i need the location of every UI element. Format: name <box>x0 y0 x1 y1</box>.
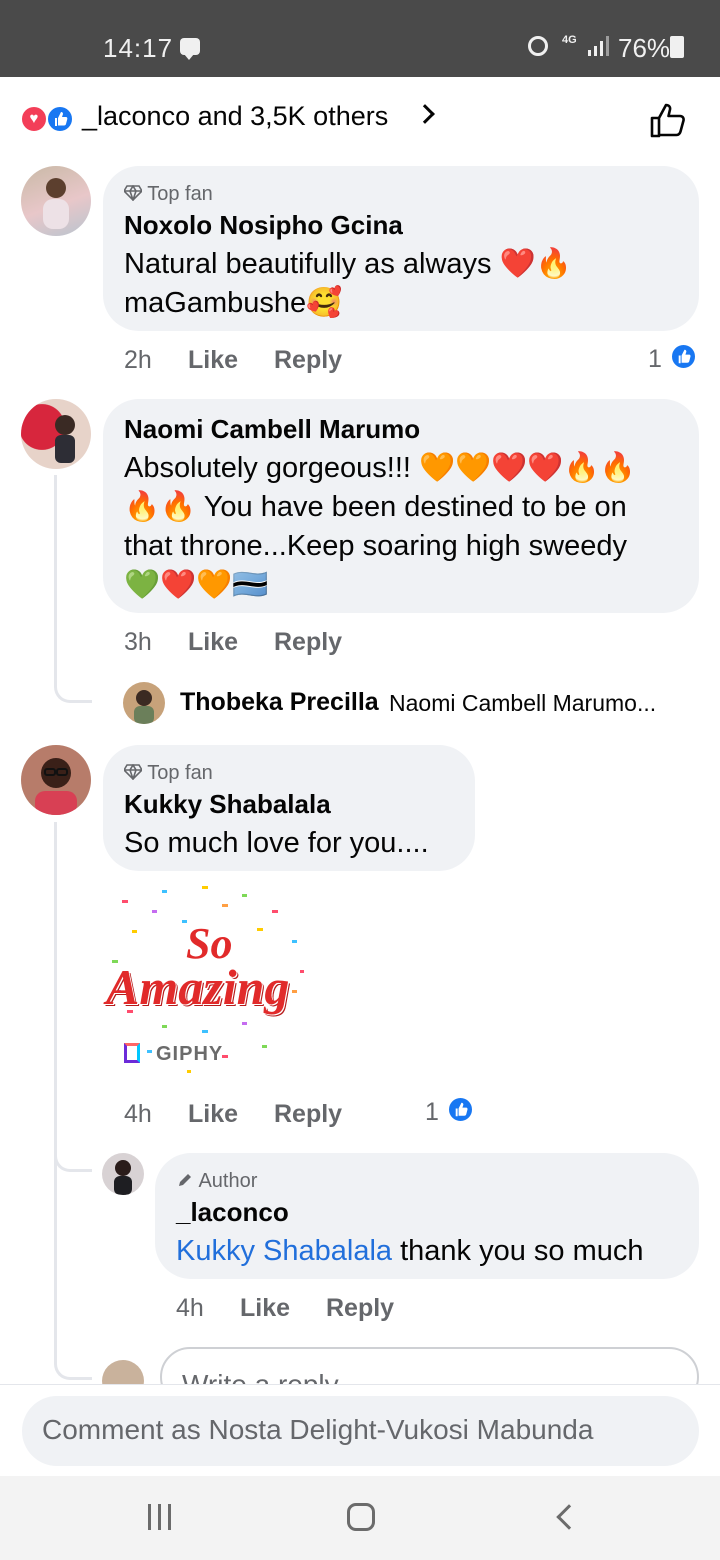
like-reaction-icon <box>670 343 697 370</box>
diamond-icon <box>122 184 144 203</box>
comment-text-line: So much love for you.... <box>124 827 429 859</box>
comment-timestamp: 4h <box>124 1100 152 1128</box>
like-comment-button[interactable]: Like <box>188 628 238 657</box>
reply-comment-button[interactable]: Reply <box>274 346 342 375</box>
reply-comment-button[interactable]: Reply <box>274 628 342 657</box>
top-fan-badge: Top fan <box>122 762 213 785</box>
comment-text-line: 🔥🔥 You have been destined to be on <box>124 491 627 523</box>
back-button[interactable] <box>556 1504 582 1530</box>
author-badge: Author <box>176 1170 257 1193</box>
avatar-naomi[interactable] <box>21 399 91 469</box>
signal-strength-icon <box>588 36 610 56</box>
home-button[interactable] <box>347 1503 375 1531</box>
system-navigation-bar <box>0 1476 720 1560</box>
like-comment-button[interactable]: Like <box>188 1100 238 1129</box>
avatar-thobeka[interactable] <box>123 682 165 724</box>
thread-connector <box>54 475 92 703</box>
reply-preview-text[interactable]: Naomi Cambell Marumo... <box>389 690 656 717</box>
comment-like-count: 1 <box>425 1098 439 1126</box>
giphy-logo-icon <box>124 1043 140 1063</box>
comment-text-line: that throne...Keep soaring high sweedy <box>124 530 627 562</box>
like-post-button[interactable] <box>648 100 688 140</box>
comment-composer: Comment as Nosta Delight-Vukosi Mabunda <box>0 1384 720 1476</box>
comment-author-name[interactable]: Kukky Shabalala <box>124 789 331 820</box>
comment-timestamp: 3h <box>124 628 152 656</box>
thread-connector <box>54 1172 57 1358</box>
like-comment-button[interactable]: Like <box>188 346 238 375</box>
comment-text-line: maGambushe🥰 <box>124 287 343 319</box>
pencil-icon <box>179 1174 191 1186</box>
comment-text-line: 💚❤️🧡🇧🇼 <box>124 569 269 601</box>
comment-like-count: 1 <box>648 345 662 373</box>
avatar-kukky[interactable] <box>21 745 91 815</box>
gif-sticker[interactable]: So Amazing GIPHY <box>102 880 312 1080</box>
message-notification-icon <box>180 38 200 60</box>
diamond-icon <box>122 763 144 782</box>
like-reaction-icon <box>447 1096 474 1123</box>
alarm-icon <box>528 36 548 56</box>
like-reply-button[interactable]: Like <box>240 1294 290 1323</box>
status-time: 14:17 <box>103 33 174 63</box>
gif-text: Amazing <box>106 959 290 1015</box>
reply-reply-button[interactable]: Reply <box>326 1294 394 1323</box>
comment-text-line: Absolutely gorgeous!!! 🧡🧡❤️❤️🔥🔥 <box>124 452 636 484</box>
status-bar: 14:17 4G 76% <box>0 0 720 77</box>
comment-timestamp: 2h <box>124 346 152 374</box>
comment-input[interactable]: Comment as Nosta Delight-Vukosi Mabunda <box>22 1396 699 1466</box>
reply-author-name[interactable]: _laconco <box>176 1197 289 1228</box>
thread-connector <box>54 1356 92 1380</box>
top-fan-badge: Top fan <box>122 183 213 206</box>
battery-charging-icon <box>670 36 684 58</box>
recent-apps-button[interactable] <box>148 1504 174 1530</box>
thumbs-up-outline-icon <box>650 103 685 138</box>
reply-text: Kukky Shabalala thank you so much <box>176 1235 644 1267</box>
comment-author-name[interactable]: Naomi Cambell Marumo <box>124 414 420 445</box>
avatar-laconco[interactable] <box>102 1153 144 1195</box>
comment-author-name[interactable]: Noxolo Nosipho Gcina <box>124 210 403 241</box>
reply-comment-button[interactable]: Reply <box>274 1100 342 1129</box>
network-type-label: 4G <box>562 34 577 46</box>
reactions-summary-text: _laconco and 3,5K others <box>82 101 389 131</box>
gif-source-label: GIPHY <box>156 1043 224 1065</box>
thread-connector <box>54 822 57 1172</box>
chevron-right-icon <box>415 104 435 124</box>
comment-text-line: Natural beautifully as always ❤️🔥 <box>124 248 572 280</box>
reply-preview-author[interactable]: Thobeka Precilla <box>180 688 379 717</box>
reply-timestamp: 4h <box>176 1294 204 1322</box>
love-reaction-icon: ♥ <box>20 105 48 133</box>
reactions-summary[interactable]: ♥ _laconco and 3,5K others <box>0 95 720 145</box>
mention-link[interactable]: Kukky Shabalala <box>176 1235 392 1267</box>
thread-connector <box>54 1150 92 1172</box>
avatar-noxolo[interactable] <box>21 166 91 236</box>
battery-percentage: 76% <box>618 33 671 63</box>
like-reaction-icon <box>46 105 74 133</box>
